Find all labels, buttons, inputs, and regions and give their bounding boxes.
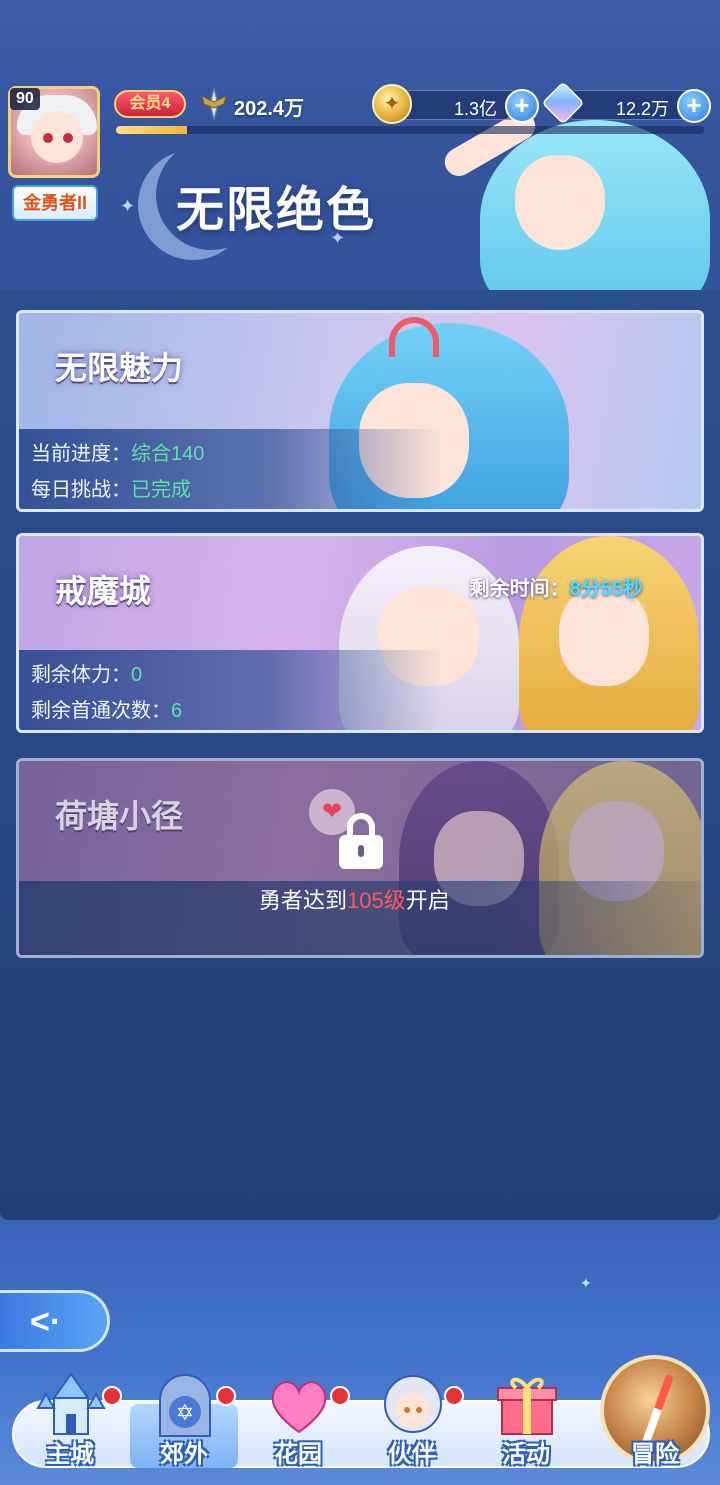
remain-time-label: 剩余时间： [469, 578, 570, 600]
back-button[interactable]: <· [0, 1290, 110, 1352]
unlock-level: 105级 [347, 888, 406, 913]
mode-title: 荷塘小径 [55, 798, 184, 834]
nav-label: 主城 [46, 1441, 94, 1468]
first-clear-label: 剩余首通次数： [31, 700, 171, 722]
stamina-line: 剩余体力：0 [31, 658, 142, 687]
vip-badge[interactable]: 会员4 [114, 90, 186, 118]
daily-challenge-value: 已完成 [131, 479, 191, 501]
nav-events[interactable]: 活动 [470, 1370, 582, 1480]
info-strip: 当前进度：综合140 每日挑战：已完成 [19, 429, 442, 509]
nav-label: 郊外 [160, 1441, 208, 1468]
progress-value: 综合140 [131, 443, 205, 465]
remain-time: 剩余时间：8分55秒 [470, 572, 643, 601]
daily-challenge-label: 每日挑战： [31, 479, 131, 501]
stamina-label: 剩余体力： [31, 664, 131, 686]
vip-progress-fill [116, 126, 187, 134]
nav-main-city[interactable]: 主城 [14, 1370, 126, 1480]
adventure-label: 冒险 [631, 1441, 679, 1468]
star-icon: ✦ [580, 1275, 592, 1291]
mode-card-lotus-path-locked[interactable]: 荷塘小径 ❤ 勇者达到105级开启 [16, 758, 704, 958]
heart-icon [271, 1381, 327, 1434]
gem-value: 12.2万 [615, 99, 669, 119]
card-character-art [519, 536, 699, 730]
player-level: 90 [10, 88, 40, 110]
nav-label: 花园 [274, 1441, 322, 1468]
mode-card-demon-city[interactable]: 戒魔城 剩余时间：8分55秒 剩余体力：0 剩余首通次数：6 [16, 533, 704, 733]
rank-title-badge: 金勇者II [12, 185, 98, 221]
back-arrow-icon: <· [30, 1303, 62, 1341]
gem-resource: 12.2万 + [560, 89, 711, 123]
notification-dot [102, 1386, 122, 1406]
vip-progress-bar [116, 126, 704, 134]
notification-dot [444, 1386, 464, 1406]
gold-coin-icon: ✦ [372, 84, 412, 124]
add-gem-button[interactable]: + [677, 89, 711, 123]
stamina-value: 0 [131, 664, 143, 686]
svg-text:✡: ✡ [176, 1401, 194, 1426]
add-gold-button[interactable]: + [505, 89, 539, 123]
power-value: 202.4万 [234, 98, 305, 120]
mode-title: 无限魅力 [55, 350, 184, 386]
unlock-requirement: 勇者达到105级开启 [259, 883, 450, 915]
nav-label: 伙伴 [388, 1441, 436, 1468]
nav-label: 活动 [502, 1441, 550, 1468]
gold-value: 1.3亿 [453, 99, 497, 119]
mode-title: 戒魔城 [55, 573, 152, 609]
info-strip: 剩余体力：0 剩余首通次数：6 [19, 650, 442, 730]
unlock-prefix: 勇者达到 [259, 888, 348, 913]
daily-challenge-line: 每日挑战：已完成 [31, 473, 191, 502]
mode-card-infinite-charm[interactable]: 无限魅力 当前进度：综合140 每日挑战：已完成 [16, 310, 704, 512]
portal-icon: ✡ [159, 1374, 211, 1437]
notification-dot [330, 1386, 350, 1406]
castle-icon [36, 1372, 106, 1435]
first-clear-line: 剩余首通次数：6 [31, 694, 182, 723]
progress-line: 当前进度：综合140 [31, 437, 204, 466]
unlock-suffix: 开启 [405, 888, 450, 913]
nav-partner[interactable]: 伙伴 [356, 1370, 468, 1480]
remain-time-value: 8分55秒 [569, 578, 643, 600]
gift-icon [497, 1377, 557, 1435]
nav-garden[interactable]: 花园 [242, 1370, 354, 1480]
progress-label: 当前进度： [31, 443, 131, 465]
lock-icon [339, 813, 383, 869]
page-title: 无限绝色 [176, 184, 377, 237]
nav-outskirts[interactable]: ✡ 郊外 [128, 1370, 240, 1480]
power-sword-icon [201, 87, 227, 121]
combat-power: 202.4万 [196, 86, 356, 122]
notification-dot [216, 1386, 236, 1406]
partner-icon [384, 1375, 442, 1433]
first-clear-value: 6 [171, 700, 183, 722]
